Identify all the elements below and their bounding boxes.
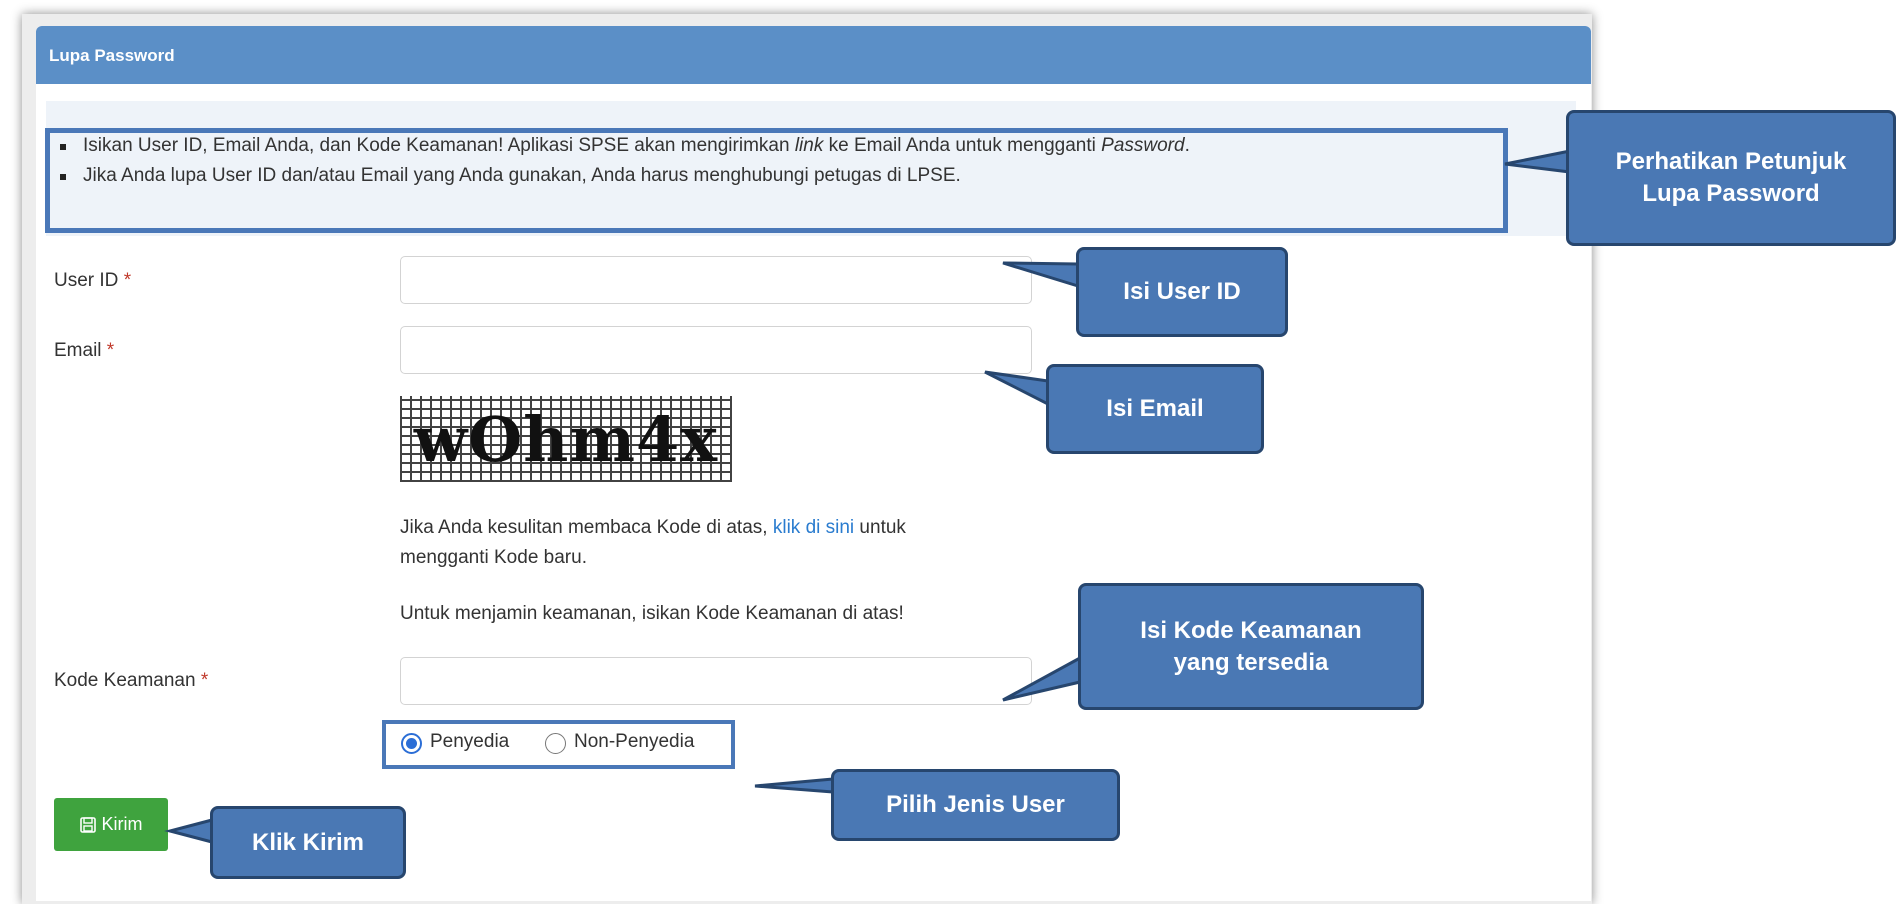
- kode-keamanan-input[interactable]: [400, 657, 1032, 705]
- callout-email: Isi Email: [1046, 364, 1264, 454]
- callout-jenis-user-text: Pilih Jenis User: [886, 791, 1065, 818]
- panel-title: Lupa Password: [49, 46, 175, 65]
- email-label: Email *: [54, 340, 114, 362]
- captcha-help-text: Jika Anda kesulitan membaca Kode di atas…: [400, 517, 773, 538]
- kode-keamanan-label: Kode Keamanan *: [54, 670, 208, 692]
- required-mark: *: [123, 270, 132, 291]
- required-mark: *: [200, 670, 209, 691]
- kirim-label: Kirim: [101, 814, 143, 834]
- panel-header: Lupa Password: [36, 26, 1591, 84]
- callout-petunjuk-line1: Perhatikan Petunjuk: [1615, 148, 1847, 175]
- radio-penyedia-label[interactable]: Penyedia: [430, 731, 509, 753]
- callout-jenis-user: Pilih Jenis User: [831, 769, 1120, 841]
- callout-kirim: Klik Kirim: [210, 806, 406, 879]
- email-label-text: Email: [54, 340, 102, 361]
- callout-user-id: Isi User ID: [1076, 247, 1288, 337]
- radio-non-penyedia[interactable]: [545, 733, 566, 754]
- security-note: Untuk menjamin keamanan, isikan Kode Kea…: [400, 603, 904, 624]
- user-id-label-text: User ID: [54, 270, 119, 291]
- captcha-help-text: untuk: [854, 517, 906, 538]
- radio-penyedia[interactable]: [401, 733, 422, 754]
- callout-kode-line2: yang tersedia: [1173, 648, 1329, 676]
- callout-email-text: Isi Email: [1106, 395, 1204, 422]
- kirim-button[interactable]: Kirim: [54, 798, 168, 851]
- save-icon: [79, 816, 96, 833]
- info-highlight-box: [45, 128, 1508, 233]
- user-id-label: User ID *: [54, 270, 131, 292]
- user-id-input[interactable]: [400, 256, 1032, 304]
- email-input[interactable]: [400, 326, 1032, 374]
- callout-petunjuk-line2: Lupa Password: [1642, 180, 1820, 207]
- callout-user-id-text: Isi User ID: [1123, 278, 1241, 305]
- callout-kirim-text: Klik Kirim: [251, 828, 365, 856]
- refresh-captcha-link[interactable]: klik di sini: [773, 517, 854, 538]
- kode-keamanan-label-text: Kode Keamanan: [54, 670, 196, 691]
- required-mark: *: [106, 340, 115, 361]
- captcha-text: wOhm4x: [413, 402, 719, 476]
- callout-kode-line1: Isi Kode Keamanan: [1140, 616, 1362, 644]
- captcha-help: Jika Anda kesulitan membaca Kode di atas…: [400, 513, 906, 573]
- captcha-help-text: mengganti Kode baru.: [400, 547, 587, 568]
- callout-kode: Isi Kode Keamanan yang tersedia: [1078, 583, 1424, 710]
- radio-non-penyedia-label[interactable]: Non-Penyedia: [574, 731, 694, 753]
- callout-petunjuk: Perhatikan Petunjuk Lupa Password: [1566, 110, 1896, 246]
